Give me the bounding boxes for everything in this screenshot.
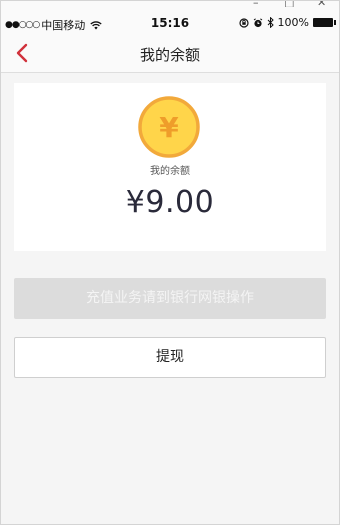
minimize-icon[interactable]: – <box>253 1 259 7</box>
navigation-bar: 我的余额 <box>1 35 339 73</box>
balance-label: 我的余额 <box>150 166 190 177</box>
close-icon[interactable]: ✕ <box>317 1 326 7</box>
balance-amount: ¥9.00 <box>125 185 215 220</box>
alarm-icon <box>253 17 262 27</box>
recharge-notice-button: 充值业务请到银行网银操作 <box>14 278 326 319</box>
coin-symbol: ¥ <box>159 111 179 144</box>
bluetooth-icon <box>267 17 274 28</box>
status-right: 100% <box>238 16 336 29</box>
phone-frame: – □ ✕ ●●○○○ 中国移动 15:16 100% 我的余额 ¥ 我的余额 … <box>0 0 340 525</box>
balance-card: ¥ 我的余额 ¥9.00 <box>14 83 326 251</box>
withdraw-button[interactable]: 提现 <box>14 337 326 378</box>
battery-percent: 100% <box>277 16 309 29</box>
maximize-icon[interactable]: □ <box>284 1 294 7</box>
orientation-lock-icon <box>238 17 249 28</box>
window-controls: – □ ✕ <box>1 1 339 11</box>
status-bar: ●●○○○ 中国移动 15:16 100% <box>1 11 339 35</box>
battery-icon <box>313 18 336 27</box>
page-title: 我的余额 <box>139 46 200 64</box>
coin-icon: ¥ <box>138 96 200 158</box>
